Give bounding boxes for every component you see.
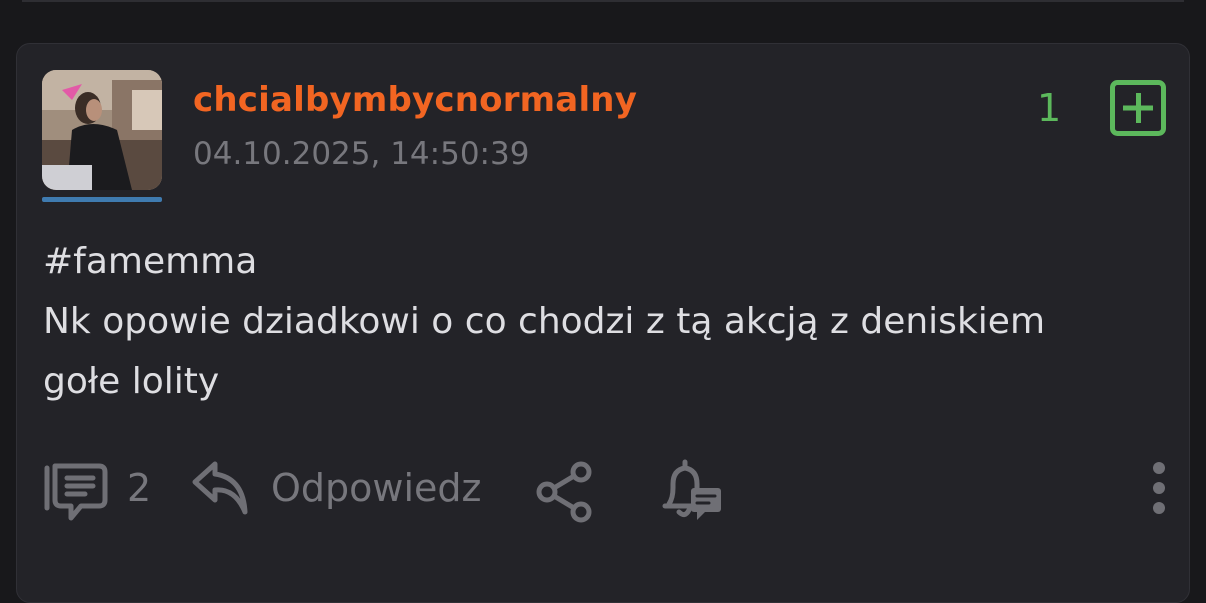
plus-square-icon xyxy=(1110,80,1166,136)
post-content: #famemma Nk opowie dziadkowi o co chodzi… xyxy=(43,232,1163,412)
more-vertical-icon[interactable] xyxy=(1143,458,1175,520)
share-icon[interactable] xyxy=(533,460,597,524)
divider xyxy=(22,0,1184,2)
bell-notification-icon[interactable] xyxy=(657,458,725,524)
author-username[interactable]: chcialbymbycnormalny xyxy=(193,80,637,120)
post-tag[interactable]: #famemma xyxy=(43,232,1163,292)
avatar-rank-bar xyxy=(42,197,162,202)
reply-button-label[interactable]: Odpowiedz xyxy=(271,466,481,510)
comment-icon[interactable] xyxy=(41,462,111,524)
post-text-line: Nk opowie dziadkowi o co chodzi z tą akc… xyxy=(43,301,1046,342)
comments-count[interactable]: 2 xyxy=(127,466,151,510)
avatar[interactable] xyxy=(42,70,162,190)
reply-icon[interactable] xyxy=(189,458,251,518)
post-card: chcialbymbycnormalny 04.10.2025, 14:50:3… xyxy=(16,43,1190,603)
upvote-button[interactable] xyxy=(1110,80,1166,136)
post-text-line: gołe lolity xyxy=(43,361,220,402)
post-timestamp[interactable]: 04.10.2025, 14:50:39 xyxy=(193,136,529,172)
vote-count: 1 xyxy=(1037,86,1062,130)
